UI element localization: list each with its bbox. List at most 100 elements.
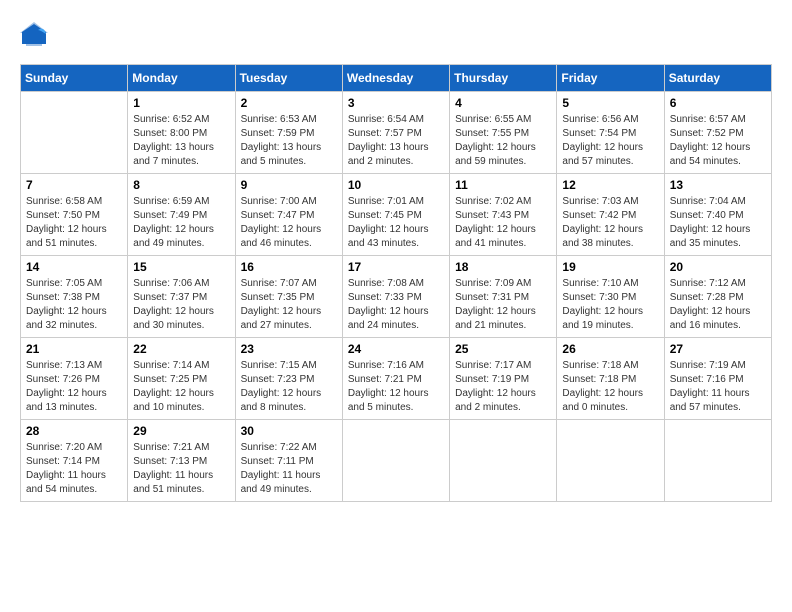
calendar-cell: 17 Sunrise: 7:08 AM Sunset: 7:33 PM Dayli…	[342, 256, 449, 338]
day-number: 11	[455, 178, 551, 192]
calendar-week-row: 14 Sunrise: 7:05 AM Sunset: 7:38 PM Dayli…	[21, 256, 772, 338]
day-number: 12	[562, 178, 658, 192]
calendar-cell: 20 Sunrise: 7:12 AM Sunset: 7:28 PM Dayli…	[664, 256, 771, 338]
calendar-week-row: 21Sunrise: 7:13 AM Sunset: 7:26 PM Dayli…	[21, 338, 772, 420]
logo	[20, 20, 52, 48]
day-info: Sunrise: 7:10 AM Sunset: 7:30 PM Dayligh…	[562, 277, 658, 333]
day-number: 27	[670, 342, 766, 356]
calendar-cell: 23 Sunrise: 7:15 AM Sunset: 7:23 PM Dayli…	[235, 338, 342, 420]
calendar-cell: 11 Sunrise: 7:02 AM Sunset: 7:43 PM Dayli…	[450, 174, 557, 256]
weekday-header-friday: Friday	[557, 65, 664, 92]
calendar-cell: 4 Sunrise: 6:55 AM Sunset: 7:55 PM Daylig…	[450, 92, 557, 174]
calendar-cell: 16Sunrise: 7:07 AM Sunset: 7:35 PM Dayli…	[235, 256, 342, 338]
calendar-cell	[557, 420, 664, 502]
day-info: Sunrise: 7:04 AM Sunset: 7:40 PM Dayligh…	[670, 195, 766, 251]
weekday-header-sunday: Sunday	[21, 65, 128, 92]
calendar-week-row: 1 Sunrise: 6:52 AM Sunset: 8:00 PM Daylig…	[21, 92, 772, 174]
day-info: Sunrise: 6:52 AM Sunset: 8:00 PM Dayligh…	[133, 113, 229, 169]
calendar-cell	[450, 420, 557, 502]
day-number: 20	[670, 260, 766, 274]
calendar-cell: 19 Sunrise: 7:10 AM Sunset: 7:30 PM Dayli…	[557, 256, 664, 338]
calendar-cell: 1 Sunrise: 6:52 AM Sunset: 8:00 PM Daylig…	[128, 92, 235, 174]
calendar-cell: 29 Sunrise: 7:21 AM Sunset: 7:13 PM Dayli…	[128, 420, 235, 502]
calendar-cell: 27 Sunrise: 7:19 AM Sunset: 7:16 PM Dayli…	[664, 338, 771, 420]
day-info: Sunrise: 6:57 AM Sunset: 7:52 PM Dayligh…	[670, 113, 766, 169]
day-info: Sunrise: 7:21 AM Sunset: 7:13 PM Dayligh…	[133, 441, 229, 497]
calendar-header-row: SundayMondayTuesdayWednesdayThursdayFrid…	[21, 65, 772, 92]
logo-icon	[20, 20, 48, 48]
day-info: Sunrise: 6:55 AM Sunset: 7:55 PM Dayligh…	[455, 113, 551, 169]
day-info: Sunrise: 7:19 AM Sunset: 7:16 PM Dayligh…	[670, 359, 766, 415]
day-number: 28	[26, 424, 122, 438]
day-info: Sunrise: 7:16 AM Sunset: 7:21 PM Dayligh…	[348, 359, 444, 415]
calendar-cell	[21, 92, 128, 174]
day-info: Sunrise: 7:15 AM Sunset: 7:23 PM Dayligh…	[241, 359, 337, 415]
day-number: 26	[562, 342, 658, 356]
day-number: 30	[241, 424, 337, 438]
calendar-cell: 15 Sunrise: 7:06 AM Sunset: 7:37 PM Dayli…	[128, 256, 235, 338]
day-number: 17	[348, 260, 444, 274]
calendar-cell: 28 Sunrise: 7:20 AM Sunset: 7:14 PM Dayli…	[21, 420, 128, 502]
day-number: 14	[26, 260, 122, 274]
weekday-header-monday: Monday	[128, 65, 235, 92]
calendar-cell: 30 Sunrise: 7:22 AM Sunset: 7:11 PM Dayli…	[235, 420, 342, 502]
day-number: 21	[26, 342, 122, 356]
calendar-cell: 25Sunrise: 7:17 AM Sunset: 7:19 PM Dayli…	[450, 338, 557, 420]
calendar-table: SundayMondayTuesdayWednesdayThursdayFrid…	[20, 64, 772, 502]
calendar-cell: 2Sunrise: 6:53 AM Sunset: 7:59 PM Daylig…	[235, 92, 342, 174]
day-number: 23	[241, 342, 337, 356]
day-info: Sunrise: 7:22 AM Sunset: 7:11 PM Dayligh…	[241, 441, 337, 497]
weekday-header-tuesday: Tuesday	[235, 65, 342, 92]
day-info: Sunrise: 7:18 AM Sunset: 7:18 PM Dayligh…	[562, 359, 658, 415]
calendar-cell: 24 Sunrise: 7:16 AM Sunset: 7:21 PM Dayli…	[342, 338, 449, 420]
day-number: 19	[562, 260, 658, 274]
day-info: Sunrise: 7:06 AM Sunset: 7:37 PM Dayligh…	[133, 277, 229, 333]
calendar-cell	[342, 420, 449, 502]
day-number: 24	[348, 342, 444, 356]
calendar-cell: 10 Sunrise: 7:01 AM Sunset: 7:45 PM Dayli…	[342, 174, 449, 256]
weekday-header-thursday: Thursday	[450, 65, 557, 92]
day-info: Sunrise: 7:01 AM Sunset: 7:45 PM Dayligh…	[348, 195, 444, 251]
day-number: 8	[133, 178, 229, 192]
day-info: Sunrise: 7:02 AM Sunset: 7:43 PM Dayligh…	[455, 195, 551, 251]
day-number: 1	[133, 96, 229, 110]
calendar-cell: 8Sunrise: 6:59 AM Sunset: 7:49 PM Daylig…	[128, 174, 235, 256]
day-info: Sunrise: 6:56 AM Sunset: 7:54 PM Dayligh…	[562, 113, 658, 169]
calendar-cell: 26 Sunrise: 7:18 AM Sunset: 7:18 PM Dayli…	[557, 338, 664, 420]
day-number: 10	[348, 178, 444, 192]
day-number: 15	[133, 260, 229, 274]
day-info: Sunrise: 6:53 AM Sunset: 7:59 PM Dayligh…	[241, 113, 337, 169]
calendar-cell: 18Sunrise: 7:09 AM Sunset: 7:31 PM Dayli…	[450, 256, 557, 338]
day-number: 5	[562, 96, 658, 110]
day-info: Sunrise: 7:00 AM Sunset: 7:47 PM Dayligh…	[241, 195, 337, 251]
day-number: 29	[133, 424, 229, 438]
day-info: Sunrise: 6:54 AM Sunset: 7:57 PM Dayligh…	[348, 113, 444, 169]
day-number: 9	[241, 178, 337, 192]
day-info: Sunrise: 7:14 AM Sunset: 7:25 PM Dayligh…	[133, 359, 229, 415]
weekday-header-saturday: Saturday	[664, 65, 771, 92]
day-info: Sunrise: 7:12 AM Sunset: 7:28 PM Dayligh…	[670, 277, 766, 333]
calendar-cell: 21Sunrise: 7:13 AM Sunset: 7:26 PM Dayli…	[21, 338, 128, 420]
day-info: Sunrise: 7:05 AM Sunset: 7:38 PM Dayligh…	[26, 277, 122, 333]
calendar-week-row: 7 Sunrise: 6:58 AM Sunset: 7:50 PM Daylig…	[21, 174, 772, 256]
calendar-cell: 9 Sunrise: 7:00 AM Sunset: 7:47 PM Daylig…	[235, 174, 342, 256]
day-info: Sunrise: 6:58 AM Sunset: 7:50 PM Dayligh…	[26, 195, 122, 251]
day-number: 13	[670, 178, 766, 192]
day-number: 3	[348, 96, 444, 110]
calendar-cell: 22Sunrise: 7:14 AM Sunset: 7:25 PM Dayli…	[128, 338, 235, 420]
day-info: Sunrise: 7:20 AM Sunset: 7:14 PM Dayligh…	[26, 441, 122, 497]
day-info: Sunrise: 7:08 AM Sunset: 7:33 PM Dayligh…	[348, 277, 444, 333]
day-info: Sunrise: 7:17 AM Sunset: 7:19 PM Dayligh…	[455, 359, 551, 415]
calendar-cell: 5 Sunrise: 6:56 AM Sunset: 7:54 PM Daylig…	[557, 92, 664, 174]
calendar-cell: 3 Sunrise: 6:54 AM Sunset: 7:57 PM Daylig…	[342, 92, 449, 174]
calendar-cell	[664, 420, 771, 502]
day-number: 7	[26, 178, 122, 192]
calendar-cell: 7 Sunrise: 6:58 AM Sunset: 7:50 PM Daylig…	[21, 174, 128, 256]
calendar-cell: 12 Sunrise: 7:03 AM Sunset: 7:42 PM Dayli…	[557, 174, 664, 256]
calendar-cell: 14 Sunrise: 7:05 AM Sunset: 7:38 PM Dayli…	[21, 256, 128, 338]
day-info: Sunrise: 7:03 AM Sunset: 7:42 PM Dayligh…	[562, 195, 658, 251]
day-info: Sunrise: 7:07 AM Sunset: 7:35 PM Dayligh…	[241, 277, 337, 333]
page-header	[20, 20, 772, 48]
calendar-week-row: 28 Sunrise: 7:20 AM Sunset: 7:14 PM Dayli…	[21, 420, 772, 502]
day-number: 4	[455, 96, 551, 110]
